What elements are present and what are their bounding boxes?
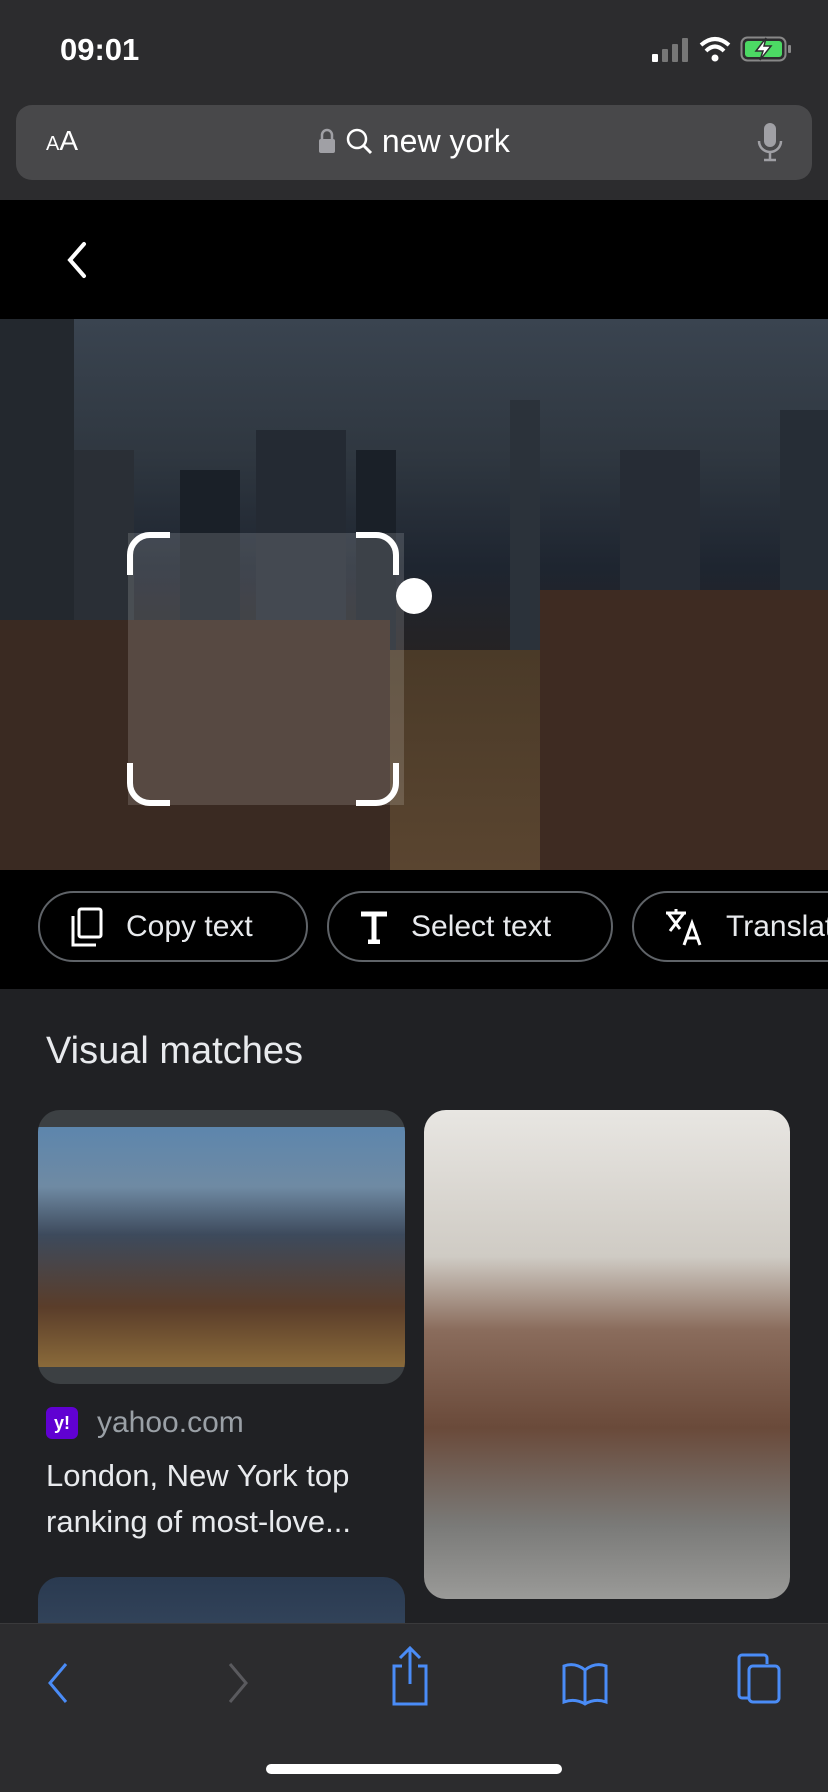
translate-icon: [666, 908, 702, 946]
visual-matches-heading: Visual matches: [46, 1030, 303, 1072]
lock-icon: [319, 128, 336, 153]
chip-label: Translate: [726, 909, 828, 943]
copy-icon: [71, 907, 103, 946]
back-button[interactable]: [44, 1660, 74, 1706]
wifi-icon: [699, 37, 731, 62]
address-bar[interactable]: AA new york: [16, 105, 812, 180]
result-image-card[interactable]: [424, 1110, 790, 1599]
microphone-icon[interactable]: [756, 123, 784, 163]
text-icon: [361, 911, 387, 944]
yahoo-favicon: y!: [46, 1407, 78, 1439]
battery-charging-icon: [740, 36, 791, 62]
url-display[interactable]: new york: [16, 123, 812, 160]
back-button[interactable]: [62, 240, 92, 280]
chip-label: Select text: [411, 909, 552, 943]
result-image-card[interactable]: [38, 1110, 405, 1384]
title-line: ranking of most-love...: [46, 1504, 351, 1539]
copy-text-chip[interactable]: Copy text: [38, 891, 308, 962]
result-title[interactable]: London, New York top ranking of most-lov…: [46, 1453, 351, 1545]
translate-chip[interactable]: Translate: [632, 891, 828, 962]
title-line: London, New York top: [46, 1458, 350, 1493]
share-button[interactable]: [388, 1644, 432, 1708]
bookmarks-button[interactable]: [560, 1660, 610, 1706]
search-query: new york: [381, 123, 510, 159]
signal-icon: [652, 38, 688, 62]
chip-label: Copy text: [126, 909, 253, 943]
lens-header: [0, 200, 828, 319]
select-text-chip[interactable]: Select text: [327, 891, 613, 962]
searched-image[interactable]: [0, 319, 828, 870]
search-icon: [346, 128, 373, 155]
result-source[interactable]: yahoo.com: [97, 1406, 244, 1440]
status-time: 09:01: [60, 32, 140, 67]
status-bar: 09:01 AA new york: [0, 0, 828, 200]
tabs-button[interactable]: [736, 1652, 784, 1706]
resize-handle[interactable]: [396, 578, 432, 614]
crop-handles[interactable]: [126, 531, 416, 811]
home-indicator: [266, 1764, 562, 1774]
result-thumbnail: [38, 1127, 405, 1367]
action-chips: Copy text Select text Translate: [0, 870, 828, 989]
forward-button[interactable]: [222, 1660, 252, 1706]
